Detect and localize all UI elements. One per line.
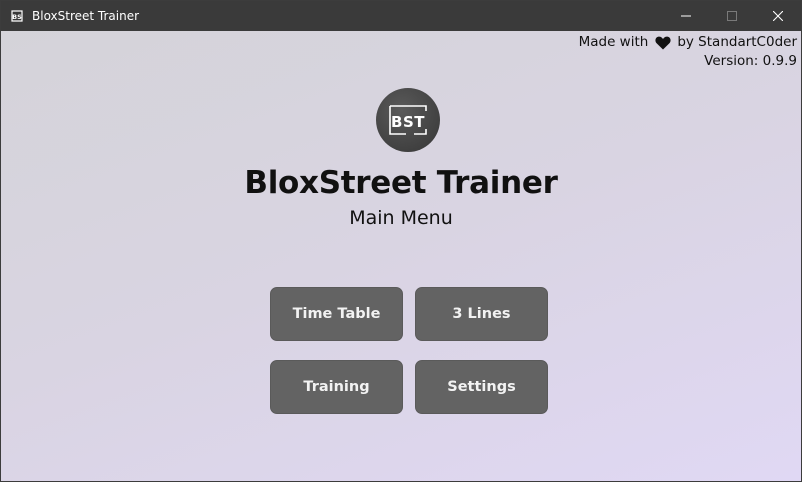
version-text: Version: 0.9.9 <box>704 53 797 69</box>
page-title: BloxStreet Trainer <box>244 165 558 201</box>
title-bar[interactable]: BS BloxStreet Trainer <box>1 1 801 31</box>
svg-text:BS: BS <box>12 13 22 21</box>
maximize-button[interactable] <box>709 1 755 31</box>
close-icon <box>773 11 783 21</box>
window-title: BloxStreet Trainer <box>32 9 140 23</box>
maximize-icon <box>727 11 737 21</box>
app-logo: BST <box>376 88 440 152</box>
made-with-text: Made with <box>578 34 649 50</box>
close-button[interactable] <box>755 1 801 31</box>
minimize-button[interactable] <box>663 1 709 31</box>
app-icon: BS <box>10 9 24 23</box>
author-text: by StandartC0der <box>677 34 797 50</box>
training-button[interactable]: Training <box>270 360 403 414</box>
minimize-icon <box>681 11 691 21</box>
window-controls <box>663 1 801 31</box>
heart-icon <box>655 36 671 50</box>
credits-line: Made with by StandartC0der <box>579 33 797 52</box>
page-subtitle: Main Menu <box>349 207 453 229</box>
settings-button[interactable]: Settings <box>415 360 548 414</box>
credits-block: Made with by StandartC0der Version: 0.9.… <box>579 33 797 71</box>
time-table-button[interactable]: Time Table <box>270 287 403 341</box>
three-lines-button[interactable]: 3 Lines <box>415 287 548 341</box>
app-window: BS BloxStreet Trainer Made with by Stand… <box>0 0 802 482</box>
logo-text: BST <box>391 113 425 131</box>
